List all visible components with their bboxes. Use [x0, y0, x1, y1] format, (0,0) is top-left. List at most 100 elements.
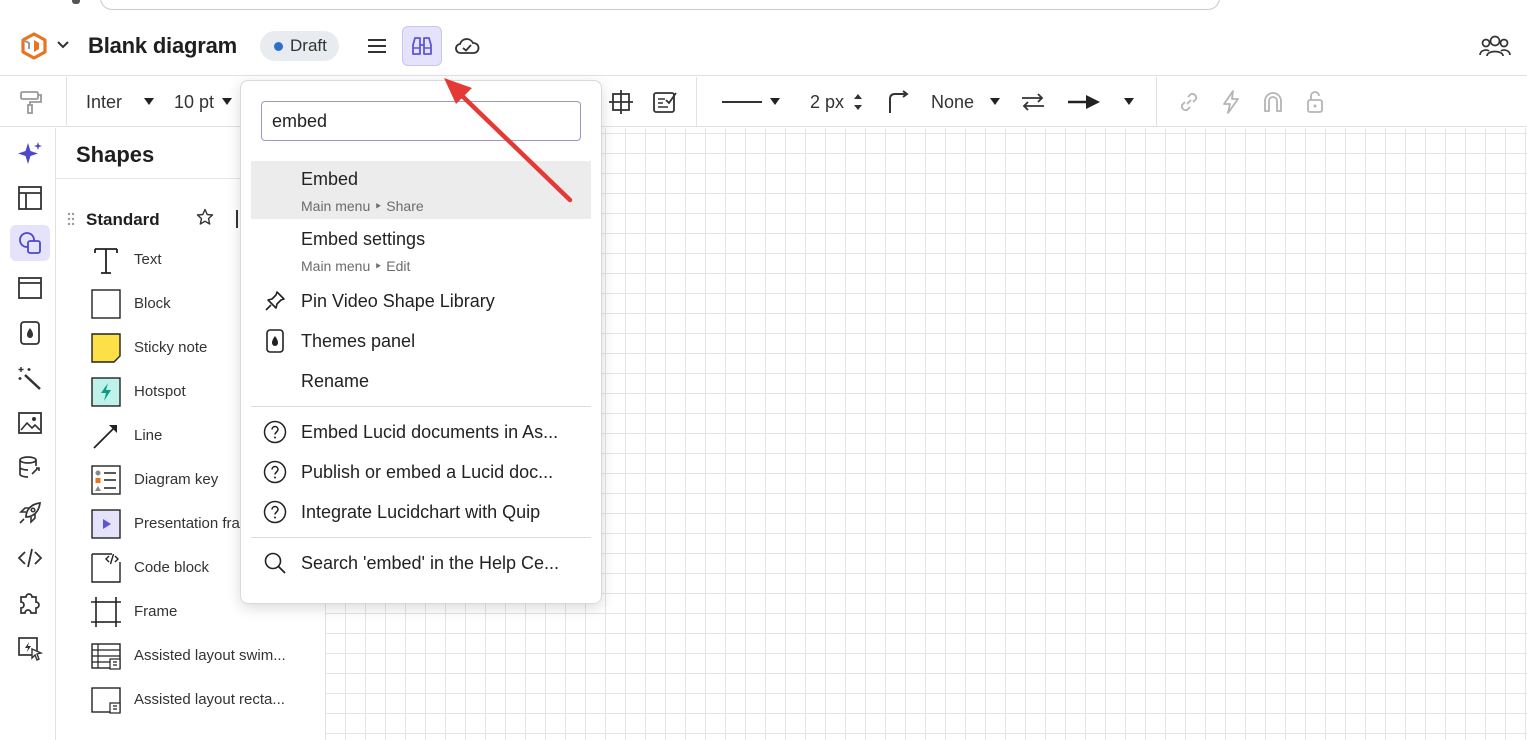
arrow-end-caret-icon[interactable]: [1124, 98, 1134, 105]
magic-wand-icon: [18, 367, 41, 390]
theme-drop-icon: [20, 321, 40, 345]
search-result-embed-settings[interactable]: Embed settings Main menu ‣ Edit: [251, 221, 591, 279]
document-title[interactable]: Blank diagram: [88, 33, 237, 59]
shape-item-label: Frame: [134, 603, 178, 620]
rail-templates[interactable]: [10, 180, 50, 216]
chevron-down-icon[interactable]: [56, 38, 70, 52]
sparkle-icon: [18, 142, 42, 164]
search-result-path: Main menu ‣ Share: [301, 198, 424, 214]
swimlane-layout-icon: [91, 643, 121, 670]
code-icon: [17, 548, 43, 568]
rail-images[interactable]: [10, 405, 50, 441]
shape-item-label: Assisted layout recta...: [134, 691, 285, 708]
shape-item-rectangle-layout[interactable]: Assisted layout recta...: [90, 678, 326, 722]
browser-address-bar-edge: [0, 0, 1527, 14]
shapes-icon: [19, 232, 41, 254]
help-center-search[interactable]: Search 'embed' in the Help Ce...: [251, 543, 591, 583]
search-result-title: Rename: [301, 371, 370, 391]
search-result-pin-video[interactable]: Pin Video Shape Library: [251, 281, 591, 321]
database-link-icon: [19, 456, 40, 478]
drag-handle-icon[interactable]: [67, 212, 75, 226]
line-style-caret-icon[interactable]: [770, 98, 780, 105]
panel-overflow-mark: [236, 210, 238, 228]
help-circle-icon: [263, 420, 287, 444]
help-result-quip[interactable]: Integrate Lucidchart with Quip: [251, 492, 591, 532]
rail-launch[interactable]: [10, 495, 50, 531]
rail-shapes[interactable]: [10, 225, 50, 261]
binoculars-icon: [412, 37, 432, 55]
cloud-save-button[interactable]: [447, 26, 487, 66]
search-result-title: Pin Video Shape Library: [301, 291, 495, 311]
font-size-caret-icon[interactable]: [222, 98, 232, 105]
elbow-connector-icon[interactable]: [886, 89, 912, 115]
rail-ai-assist[interactable]: [10, 136, 50, 172]
search-result-rename[interactable]: Rename: [251, 361, 591, 401]
stepper-arrows-icon[interactable]: [852, 89, 864, 115]
font-size-select[interactable]: 10 pt: [174, 92, 214, 113]
hotspot-icon: [91, 377, 121, 407]
magnet-icon[interactable]: [1260, 89, 1286, 115]
code-block-icon: [91, 553, 121, 583]
help-result-title: Integrate Lucidchart with Quip: [301, 502, 541, 522]
format-painter-icon[interactable]: [18, 89, 44, 115]
rail-data[interactable]: [10, 450, 50, 486]
arrow-end-icon[interactable]: [1066, 89, 1102, 115]
format-toolbar: Inter 10 pt 2 px None: [0, 77, 1527, 127]
sticky-note-icon: [91, 333, 121, 363]
image-icon: [18, 412, 42, 434]
checklist-edit-icon[interactable]: [652, 89, 678, 115]
toolbar-divider: [66, 77, 67, 127]
browser-url-field-edge[interactable]: [100, 0, 1220, 10]
rail-interactivity[interactable]: [10, 630, 50, 666]
shape-library-title[interactable]: Standard: [86, 210, 160, 230]
help-result-title: Embed Lucid documents in As...: [301, 422, 559, 442]
rail-integrations[interactable]: [10, 585, 50, 621]
toolbar-divider: [696, 77, 697, 127]
line-start-select[interactable]: None: [931, 92, 974, 113]
cloud-check-icon: [455, 38, 480, 54]
panel-title: Shapes: [76, 142, 155, 167]
font-family-select[interactable]: Inter: [86, 92, 122, 113]
help-result-publish[interactable]: Publish or embed a Lucid doc...: [251, 452, 591, 492]
rail-pages[interactable]: [10, 270, 50, 306]
lightning-icon[interactable]: [1218, 89, 1244, 115]
swap-arrows-icon[interactable]: [1020, 89, 1046, 115]
status-badge[interactable]: Draft: [260, 31, 339, 61]
theme-drop-icon: [266, 329, 284, 353]
collaborators-icon[interactable]: [1479, 32, 1511, 60]
block-shape-icon: [91, 289, 121, 319]
line-style-select[interactable]: [722, 101, 762, 103]
shape-item-swimlane-layout[interactable]: Assisted layout swim...: [90, 634, 326, 678]
puzzle-icon: [20, 593, 40, 614]
browser-edge-mark: [72, 0, 80, 4]
line-start-caret-icon[interactable]: [990, 98, 1000, 105]
search-menu-button[interactable]: [402, 26, 442, 66]
rail-themes[interactable]: [10, 315, 50, 351]
line-arrow-icon: [93, 425, 117, 449]
crop-frame-icon[interactable]: [608, 89, 634, 115]
help-result-title: Publish or embed a Lucid doc...: [301, 462, 554, 482]
line-width-select[interactable]: 2 px: [810, 92, 844, 113]
menu-button[interactable]: [357, 26, 397, 66]
help-result-asana[interactable]: Embed Lucid documents in As...: [251, 412, 591, 452]
link-icon[interactable]: [1176, 89, 1202, 115]
help-center-search-label: Search 'embed' in the Help Ce...: [301, 553, 560, 573]
search-icon: [264, 552, 286, 574]
menu-divider: [251, 406, 591, 407]
rail-magic[interactable]: [10, 360, 50, 396]
presentation-frame-icon: [91, 509, 121, 539]
rail-code[interactable]: [10, 540, 50, 576]
search-result-themes-panel[interactable]: Themes panel: [251, 321, 591, 361]
shape-item-label: Assisted layout swim...: [134, 647, 286, 664]
status-dot: [274, 42, 283, 51]
frame-icon: [91, 597, 121, 627]
search-result-path: Main menu ‣ Edit: [301, 258, 411, 274]
annotation-arrow-icon: [444, 78, 573, 203]
left-tool-rail: [0, 128, 56, 740]
diagram-key-icon: [91, 465, 121, 495]
font-family-caret-icon[interactable]: [144, 98, 154, 105]
lock-icon[interactable]: [1302, 89, 1328, 115]
star-icon[interactable]: [196, 208, 214, 226]
toolbar-divider: [1156, 77, 1157, 127]
lucid-logo-icon[interactable]: [20, 32, 48, 60]
